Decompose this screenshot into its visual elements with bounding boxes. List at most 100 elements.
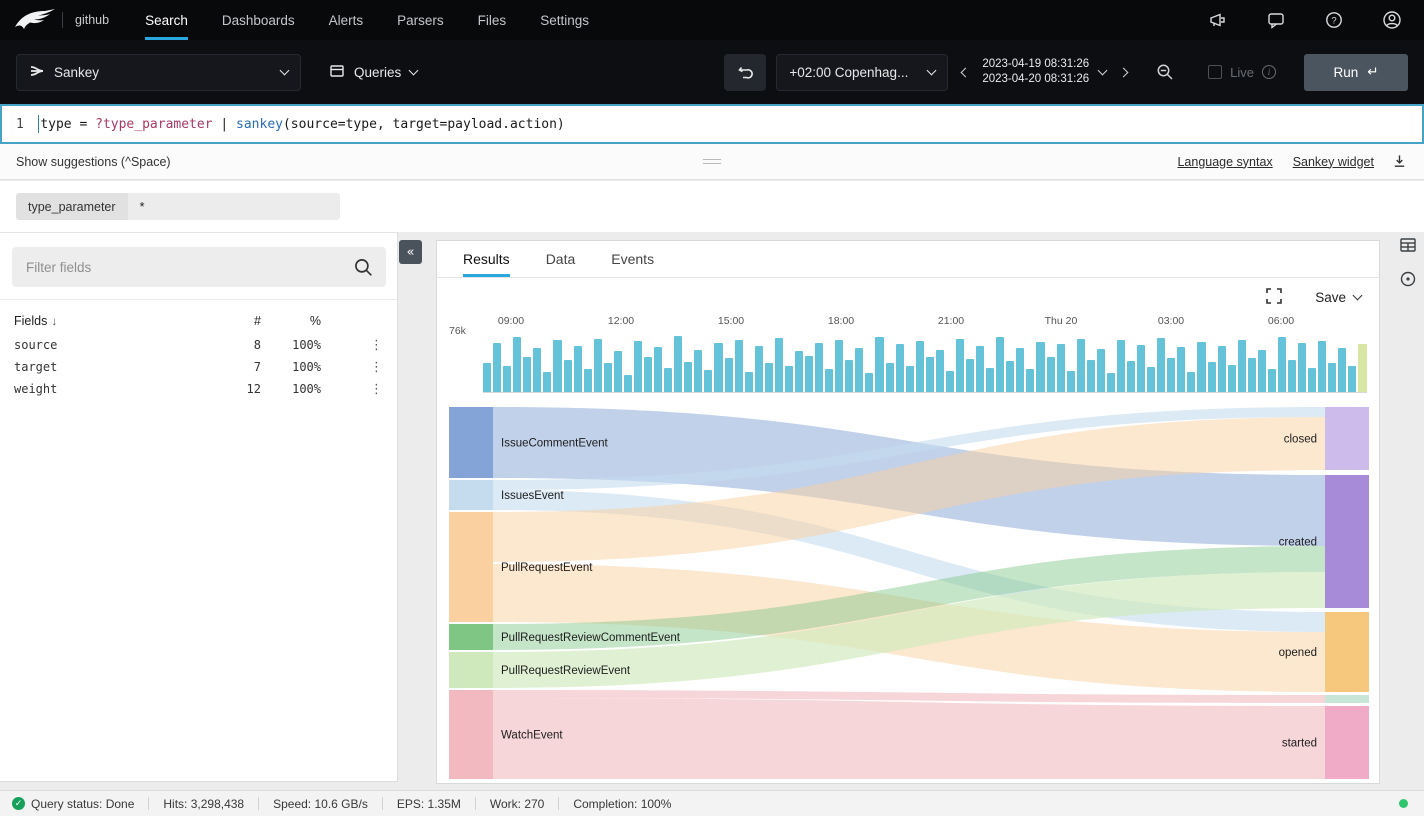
histogram-bar[interactable] [1177,347,1185,392]
histogram-bar[interactable] [1097,349,1105,392]
histogram-bar[interactable] [936,350,944,392]
nav-item-alerts[interactable]: Alerts [329,0,364,40]
filter-fields-input[interactable] [12,247,386,287]
histogram-bar[interactable] [1057,344,1065,392]
histogram-bar[interactable] [1127,361,1135,392]
histogram-bar[interactable] [1067,371,1075,392]
histogram-bar[interactable] [1268,369,1276,392]
time-back-button[interactable] [948,54,978,91]
user-avatar-icon[interactable] [1382,10,1402,30]
sankey-node-IssuesEvent[interactable] [449,480,493,510]
nav-item-parsers[interactable]: Parsers [397,0,444,40]
histogram-bar[interactable] [1298,343,1306,392]
histogram-bar[interactable] [745,372,753,392]
field-menu-icon[interactable]: ⋮ [321,382,397,397]
resize-handle[interactable] [703,159,721,164]
histogram-bar[interactable] [916,341,924,392]
sankey-node-misc[interactable] [1325,695,1369,703]
histogram-bar[interactable] [1238,340,1246,392]
sankey-node-created[interactable] [1325,475,1369,608]
histogram-bar[interactable] [684,362,692,392]
announcements-icon[interactable] [1208,10,1228,30]
histogram-bar[interactable] [956,339,964,392]
histogram-bar[interactable] [1026,369,1034,392]
histogram-bar[interactable] [946,371,954,392]
histogram-bar[interactable] [986,368,994,392]
tab-data[interactable]: Data [546,241,576,277]
histogram-bar[interactable] [795,351,803,392]
queries-button[interactable]: Queries [317,54,429,91]
histogram-bar[interactable] [594,339,602,392]
sankey-node-opened[interactable] [1325,612,1369,692]
run-button[interactable]: Run ↵ [1304,54,1408,91]
histogram-bar[interactable] [1006,361,1014,392]
histogram-bar[interactable] [584,369,592,392]
histogram-bar[interactable] [1047,357,1055,392]
undo-button[interactable] [724,54,766,91]
histogram-bar[interactable] [503,366,511,392]
field-table-panel-icon[interactable] [1399,236,1419,256]
tab-results[interactable]: Results [463,241,510,277]
sankey-node-closed[interactable] [1325,407,1369,470]
fullscreen-icon[interactable] [1265,287,1285,307]
histogram-bar[interactable] [664,368,672,392]
histogram-bar[interactable] [704,370,712,392]
widget-type-select[interactable]: Sankey [16,54,301,91]
live-toggle[interactable]: Live [1208,65,1276,80]
pin-editor-icon[interactable] [1390,153,1408,171]
histogram-bar[interactable] [564,360,572,392]
histogram-bar[interactable] [604,363,612,392]
histogram-bar[interactable] [765,363,773,392]
time-range-picker[interactable]: 2023-04-19 08:31:26 2023-04-20 08:31:26 [978,58,1110,86]
histogram-bar[interactable] [674,336,682,392]
histogram-bar[interactable] [906,366,914,392]
time-forward-button[interactable] [1110,54,1140,91]
histogram-bar[interactable] [1278,337,1286,392]
histogram-bar[interactable] [1208,362,1216,392]
histogram-bar[interactable] [1328,363,1336,392]
histogram-bar[interactable] [875,337,883,392]
chat-icon[interactable] [1266,10,1286,30]
histogram-bar[interactable] [1338,348,1346,392]
histogram-bar[interactable] [845,360,853,392]
histogram-bar[interactable] [886,363,894,392]
histogram-bar[interactable] [634,341,642,392]
timezone-select[interactable]: +02:00 Copenhag... [776,54,948,91]
histogram-bar[interactable] [1117,340,1125,392]
histogram-bar[interactable] [805,356,813,392]
histogram-bar[interactable] [624,375,632,392]
search-icon[interactable] [353,257,373,277]
histogram-bar[interactable] [815,343,823,392]
histogram-bar[interactable] [855,348,863,392]
sankey-link-WatchEvent-started[interactable] [493,698,1325,779]
histogram-bar[interactable] [1087,360,1095,392]
histogram-bar[interactable] [735,340,743,392]
histogram-bar[interactable] [543,372,551,392]
histogram-bar[interactable] [785,366,793,392]
histogram-bar[interactable] [1077,339,1085,392]
histogram-bar[interactable] [513,337,521,392]
histogram-bar[interactable] [755,346,763,392]
sankey-node-PullRequestEvent[interactable] [449,512,493,622]
help-icon[interactable]: ? [1324,10,1344,30]
parameter-value-input[interactable]: * [128,193,340,220]
field-menu-icon[interactable]: ⋮ [321,360,397,375]
histogram-bar[interactable] [1228,365,1236,392]
histogram-bar[interactable] [976,346,984,392]
field-menu-icon[interactable]: ⋮ [321,338,397,353]
histogram-bar[interactable] [574,346,582,392]
live-checkbox[interactable] [1208,65,1222,79]
histogram-bar[interactable] [1258,350,1266,392]
nav-item-search[interactable]: Search [145,0,188,40]
histogram-bar[interactable] [1248,358,1256,392]
histogram-bar[interactable] [1167,358,1175,392]
histogram-bar[interactable] [614,351,622,392]
histogram-bar[interactable] [825,369,833,392]
histogram-bar[interactable] [1016,348,1024,392]
link-language-syntax[interactable]: Language syntax [1177,155,1272,169]
histogram-bar[interactable] [1308,368,1316,392]
query-editor[interactable]: 1 type = ?type_parameter | sankey(source… [0,104,1424,144]
field-row-target[interactable]: target7100%⋮ [0,356,397,378]
fields-sort-header[interactable]: Fields ↓ [14,314,199,328]
histogram-bar[interactable] [865,373,873,392]
